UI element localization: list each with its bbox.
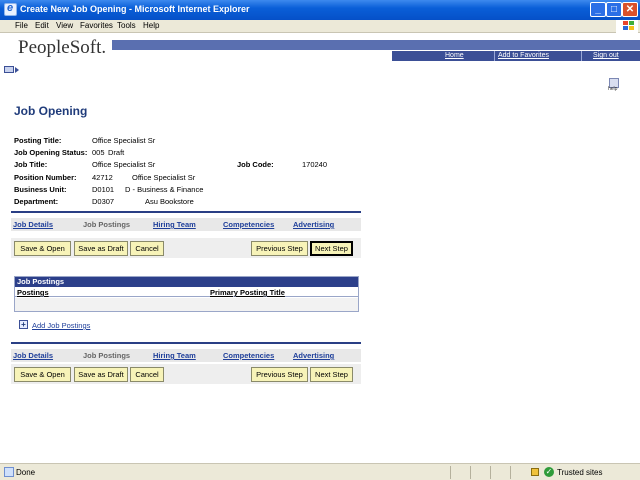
previous-step-button[interactable]: Previous Step	[251, 241, 308, 256]
tab-advertising[interactable]: Advertising	[293, 351, 334, 360]
help-label: help	[608, 86, 618, 92]
save-draft-button[interactable]: Save as Draft	[74, 241, 128, 256]
save-open-button[interactable]: Save & Open	[14, 367, 71, 382]
department-value: D0307	[92, 197, 115, 206]
page-title: Job Opening	[14, 104, 88, 118]
window-title-bar: Create New Job Opening - Microsoft Inter…	[0, 0, 640, 20]
menu-tools[interactable]: Tools	[117, 21, 136, 30]
peoplesoft-header: PeopleSoft. Home Add to Favorites Sign o…	[0, 33, 640, 63]
job-code-label: Job Code:	[237, 160, 274, 169]
table-row	[15, 298, 358, 311]
job-title-value: Office Specialist Sr	[92, 160, 156, 169]
column-postings[interactable]: Postings	[17, 288, 49, 297]
sign-out-link[interactable]: Sign out	[593, 52, 619, 59]
position-number-label: Position Number:	[14, 173, 77, 182]
header-nav: Home Add to Favorites Sign out	[392, 51, 640, 61]
page-icon	[4, 467, 14, 477]
step-tabs-top: Job Details Job Postings Hiring Team Com…	[11, 218, 361, 231]
ie-icon	[4, 2, 17, 16]
tab-job-details[interactable]: Job Details	[13, 351, 53, 360]
add-job-postings-link[interactable]: Add Job Postings	[32, 321, 90, 330]
status-code: 005	[92, 148, 105, 157]
menu-help[interactable]: Help	[143, 21, 159, 30]
next-step-button[interactable]: Next Step	[310, 241, 353, 256]
status-cell	[490, 466, 508, 479]
business-unit-description: D - Business & Finance	[125, 185, 204, 194]
security-zone-label: Trusted sites	[557, 468, 603, 477]
department-description: Asu Bookstore	[145, 197, 194, 206]
column-primary-posting-title[interactable]: Primary Posting Title	[210, 288, 285, 297]
tab-job-postings: Job Postings	[83, 220, 131, 229]
position-number-value: 42712	[92, 173, 113, 182]
save-open-button[interactable]: Save & Open	[14, 241, 71, 256]
department-label: Department:	[14, 197, 59, 206]
job-code-value: 170240	[302, 160, 328, 169]
button-bar-bottom: Save & Open Save as Draft Cancel Previou…	[11, 364, 361, 384]
step-tabs-bottom: Job Details Job Postings Hiring Team Com…	[11, 349, 361, 362]
cancel-button[interactable]: Cancel	[130, 367, 164, 382]
menu-bar: File Edit View Favorites Tools Help	[0, 20, 640, 33]
job-postings-grid: Job Postings Postings Primary Posting Ti…	[14, 276, 359, 312]
save-draft-button[interactable]: Save as Draft	[74, 367, 128, 382]
menu-favorites[interactable]: Favorites	[80, 21, 113, 30]
posting-title-label: Posting Title:	[14, 136, 62, 145]
posting-title-value: Office Specialist Sr	[92, 136, 156, 145]
trusted-zone-icon: ✓	[544, 467, 554, 477]
grid-title: Job Postings	[15, 277, 358, 287]
menu-file[interactable]: File	[15, 21, 28, 30]
cancel-button[interactable]: Cancel	[130, 241, 164, 256]
add-icon[interactable]: +	[19, 320, 28, 329]
menu-edit[interactable]: Edit	[35, 21, 49, 30]
previous-step-button[interactable]: Previous Step	[251, 367, 308, 382]
menu-toggle-icon[interactable]	[4, 66, 14, 73]
business-unit-label: Business Unit:	[14, 185, 67, 194]
lock-icon	[531, 468, 539, 476]
status-text: Draft	[108, 148, 125, 157]
tab-job-details[interactable]: Job Details	[13, 220, 53, 229]
next-step-button[interactable]: Next Step	[310, 367, 353, 382]
tab-job-postings: Job Postings	[83, 351, 131, 360]
maximize-button[interactable]: □	[606, 2, 622, 17]
header-band	[112, 40, 640, 50]
tab-hiring-team[interactable]: Hiring Team	[153, 220, 196, 229]
status-cell	[470, 466, 488, 479]
peoplesoft-logo: PeopleSoft.	[18, 37, 107, 58]
section-divider	[11, 342, 361, 344]
business-unit-value: D0101	[92, 185, 115, 194]
position-description: Office Specialist Sr	[132, 173, 196, 182]
menu-arrow-icon	[15, 67, 19, 73]
status-bar: Done ✓ Trusted sites	[0, 463, 640, 480]
nav-divider	[494, 51, 495, 61]
close-button[interactable]: ✕	[622, 2, 638, 17]
tab-advertising[interactable]: Advertising	[293, 220, 334, 229]
nav-divider	[581, 51, 582, 61]
job-title-label: Job Title:	[14, 160, 48, 169]
add-to-favorites-link[interactable]: Add to Favorites	[498, 52, 549, 59]
window-title: Create New Job Opening - Microsoft Inter…	[20, 4, 250, 14]
windows-logo-icon	[616, 20, 638, 33]
status-cell	[510, 466, 528, 479]
tab-hiring-team[interactable]: Hiring Team	[153, 351, 196, 360]
status-cell	[450, 466, 468, 479]
minimize-button[interactable]: _	[590, 2, 606, 17]
section-divider	[11, 211, 361, 213]
home-link[interactable]: Home	[445, 52, 464, 59]
menu-view[interactable]: View	[56, 21, 73, 30]
button-bar-top: Save & Open Save as Draft Cancel Previou…	[11, 238, 361, 258]
status-text: Done	[16, 468, 36, 477]
tab-competencies[interactable]: Competencies	[223, 220, 274, 229]
tab-competencies[interactable]: Competencies	[223, 351, 274, 360]
status-label: Job Opening Status:	[14, 148, 88, 157]
grid-header-row: Postings Primary Posting Title	[15, 287, 358, 297]
